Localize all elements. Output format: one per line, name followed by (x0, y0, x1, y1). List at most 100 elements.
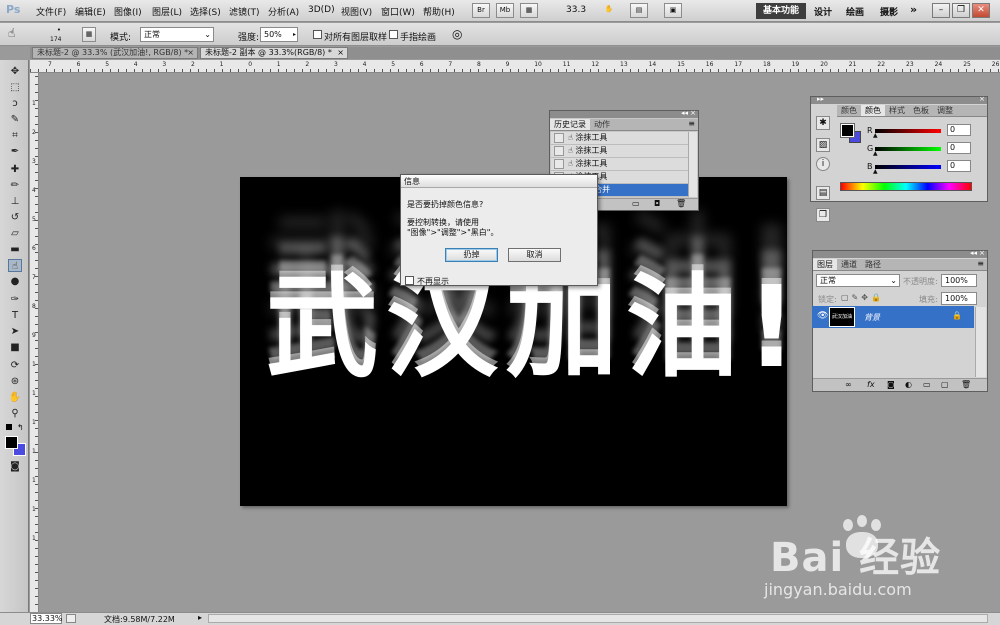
close-icon[interactable]: × (690, 109, 696, 117)
restore-button[interactable]: ❐ (952, 3, 970, 18)
pressure-icon[interactable]: ◎ (452, 27, 462, 41)
workspace-essentials[interactable]: 基本功能 (756, 3, 806, 19)
smudge-tool-preset-icon[interactable]: ☝ (8, 26, 15, 40)
horizontal-scrollbar[interactable] (208, 614, 988, 623)
trash-icon[interactable]: 🗑 (676, 199, 686, 208)
collapse-icon[interactable]: ▸▸ (817, 95, 824, 103)
layer-name[interactable]: 背景 (864, 312, 880, 323)
layer-style-icon[interactable]: fx (867, 380, 875, 389)
eraser-tool-icon[interactable]: ▱ (8, 227, 22, 240)
layer-comps-icon[interactable]: ▤ (816, 186, 830, 200)
crop-tool-icon[interactable]: ⌗ (8, 129, 22, 142)
hand-tool-icon[interactable]: ✋ (600, 3, 618, 18)
screen-mode-button[interactable]: ▣ (664, 3, 682, 18)
more-workspaces-button[interactable]: » (910, 3, 917, 16)
brush-preset-picker[interactable]: • (52, 26, 66, 34)
path-selection-tool-icon[interactable]: ➤ (8, 325, 22, 338)
tab-channels[interactable]: 通道 (837, 259, 861, 270)
cancel-button[interactable]: 取消 (508, 248, 561, 262)
fill-input[interactable]: 100% (941, 292, 977, 305)
history-brush-tool-icon[interactable]: ↺ (8, 211, 22, 224)
healing-brush-tool-icon[interactable]: ✚ (8, 163, 22, 176)
menu-analysis[interactable]: 分析(A) (268, 5, 299, 18)
red-slider[interactable] (875, 129, 941, 133)
tab-styles[interactable]: 样式 (885, 105, 909, 116)
mode-select[interactable]: 正常 ⌄ (140, 27, 214, 42)
menu-window[interactable]: 窗口(W) (381, 5, 415, 18)
default-colors-icon[interactable] (6, 424, 12, 430)
red-value-input[interactable]: 0 (947, 124, 971, 136)
discard-button[interactable]: 扔掉 (445, 248, 498, 262)
close-icon[interactable]: × (187, 48, 194, 58)
lasso-tool-icon[interactable]: ↄ (8, 97, 22, 110)
view-extras-button[interactable]: ▦ (520, 3, 538, 18)
adjustment-layer-icon[interactable]: ◐ (905, 380, 912, 389)
menu-help[interactable]: 帮助(H) (423, 5, 455, 18)
green-slider-handle[interactable]: ▲ (873, 150, 878, 157)
blue-slider[interactable] (875, 165, 941, 169)
color-spectrum-bar[interactable] (840, 182, 972, 191)
status-options-button[interactable] (66, 614, 76, 623)
dialog-title[interactable]: 信息 (401, 175, 597, 188)
clone-stamp-tool-icon[interactable]: ⊥ (8, 195, 22, 208)
workspace-painting[interactable]: 绘画 (846, 5, 864, 18)
link-layers-icon[interactable]: ∞ (845, 380, 852, 389)
eyedropper-tool-icon[interactable]: ✒ (8, 145, 22, 158)
menu-select[interactable]: 选择(S) (190, 5, 221, 18)
smudge-tool-icon[interactable]: ☝ (8, 259, 22, 272)
zoom-level[interactable]: 33.3 (566, 5, 586, 15)
foreground-color-swatch[interactable] (5, 436, 18, 449)
opacity-input[interactable]: 100% (941, 274, 977, 287)
history-scrollbar[interactable] (688, 132, 697, 197)
history-item[interactable]: ☝ 涂抹工具 (551, 158, 688, 171)
history-item[interactable]: ☝ 涂抹工具 (551, 145, 688, 158)
brush-panel-icon[interactable]: ✱ (816, 116, 830, 130)
close-button[interactable]: ✕ (972, 3, 990, 18)
camera-icon[interactable]: ◘ (654, 199, 660, 208)
snapshot-checkbox[interactable] (554, 159, 564, 169)
navigator-icon[interactable]: ▨ (816, 138, 830, 152)
strength-input[interactable]: 50% ▸ (260, 27, 298, 42)
menu-file[interactable]: 文件(F) (36, 5, 66, 18)
workspace-design[interactable]: 设计 (814, 5, 832, 18)
close-icon[interactable]: × (979, 249, 985, 257)
snapshot-checkbox[interactable] (554, 146, 564, 156)
blend-mode-select[interactable]: 正常 ⌄ (816, 274, 900, 287)
pen-tool-icon[interactable]: ✑ (8, 293, 22, 306)
tab-document-2[interactable]: 未标题-2 副本 @ 33.3%(RGB/8) * × (200, 47, 348, 59)
blue-value-input[interactable]: 0 (947, 160, 971, 172)
bridge-button[interactable]: Br (472, 3, 490, 18)
lock-icons[interactable]: ▢✎✥🔒 (841, 293, 884, 302)
brush-panel-toggle-button[interactable]: ▦ (82, 27, 96, 42)
arrange-documents-button[interactable]: ▤ (630, 3, 648, 18)
panel-header[interactable]: ▸▸ × (811, 95, 987, 104)
dont-show-again-checkbox[interactable] (405, 276, 414, 285)
group-icon[interactable]: ▭ (923, 380, 931, 389)
panel-foreground-swatch[interactable] (840, 123, 855, 138)
hand-tool-icon[interactable]: ✋ (8, 391, 22, 404)
menu-edit[interactable]: 编辑(E) (75, 5, 106, 18)
layers-scrollbar[interactable] (975, 307, 986, 377)
finger-painting-checkbox[interactable] (389, 30, 398, 39)
green-value-input[interactable]: 0 (947, 142, 971, 154)
sample-all-layers-checkbox[interactable] (313, 30, 322, 39)
dodge-tool-icon[interactable]: ● (8, 275, 22, 288)
tab-adjustments[interactable]: 调整 (933, 105, 957, 116)
tab-document-1[interactable]: 未标题-2 @ 33.3% (武汉加油!, RGB/8) * × (32, 47, 198, 59)
workspace-photography[interactable]: 摄影 (880, 5, 898, 18)
layer-thumbnail[interactable]: 武汉加油 (829, 307, 855, 327)
info-icon[interactable]: i (816, 157, 830, 171)
quick-mask-icon[interactable]: ◙ (8, 460, 22, 473)
new-layer-icon[interactable]: ▢ (941, 380, 949, 389)
collapse-icon[interactable]: ◂◂ (681, 109, 688, 117)
red-slider-handle[interactable]: ▲ (873, 132, 878, 139)
menu-3d[interactable]: 3D(D) (308, 5, 335, 15)
3d-orbit-tool-icon[interactable]: ⊛ (8, 375, 22, 388)
eye-icon[interactable]: 👁 (817, 311, 828, 321)
zoom-tool-icon[interactable]: ⚲ (8, 407, 22, 420)
type-tool-icon[interactable]: T (8, 309, 22, 322)
layer-mask-icon[interactable]: ◙ (887, 380, 895, 389)
menu-filter[interactable]: 滤镜(T) (229, 5, 260, 18)
marquee-tool-icon[interactable]: ⬚ (8, 81, 22, 94)
clone-source-icon[interactable]: ❐ (816, 208, 830, 222)
